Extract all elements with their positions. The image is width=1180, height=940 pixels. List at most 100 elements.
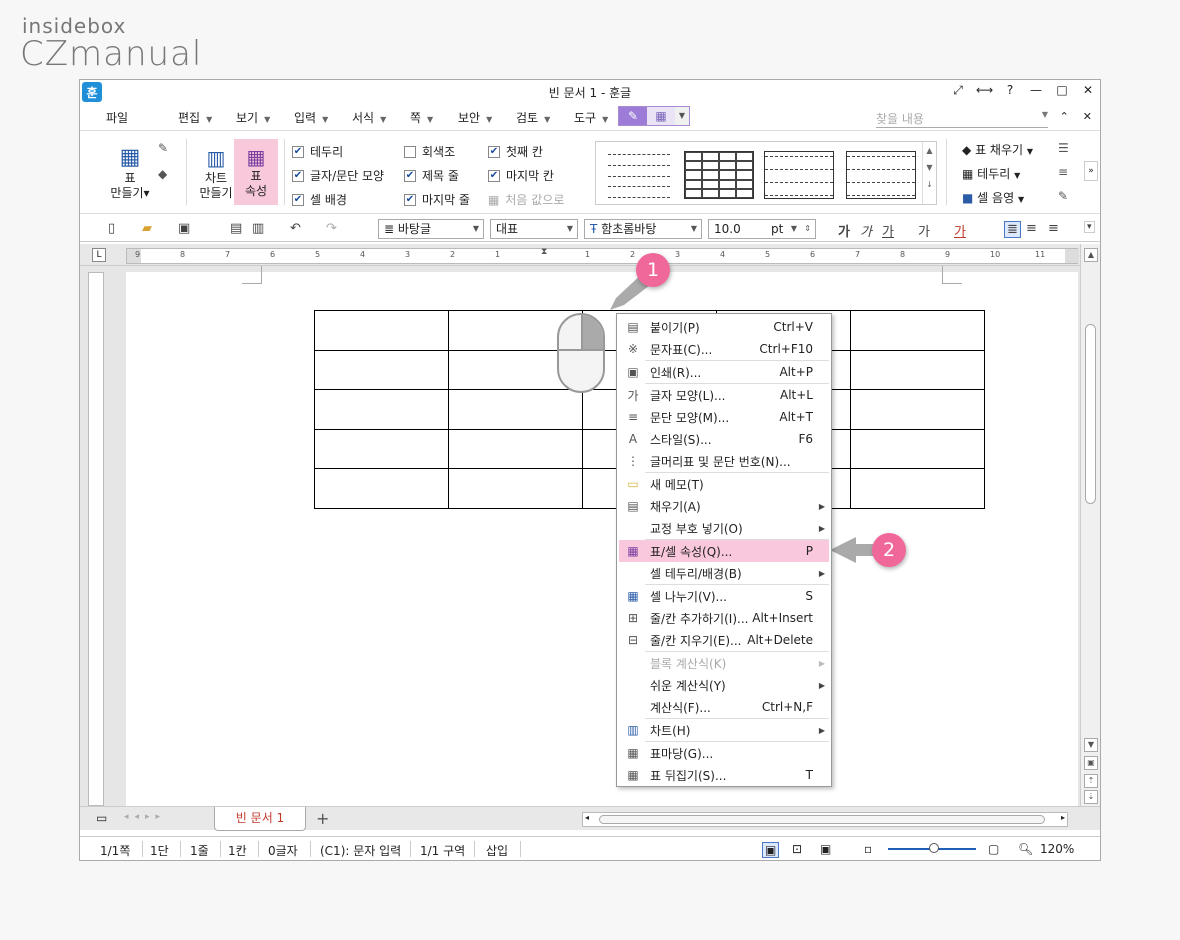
reset-button[interactable]: ▦ 처음 값으로	[488, 191, 564, 208]
table-cell[interactable]	[314, 389, 449, 430]
prev-page-icon[interactable]: ⇡	[1084, 774, 1098, 788]
check-first-col[interactable]: ✔ 첫째 칸	[488, 143, 543, 160]
table-design-icon[interactable]: ✎	[619, 107, 647, 125]
preview-icon[interactable]: ▥	[252, 221, 264, 236]
view-page-icon[interactable]: ▣	[762, 842, 780, 858]
menu-delete-row-col[interactable]: ⊟ 줄/칸 지우기(E)... Alt+Delete	[619, 629, 829, 651]
table-cell[interactable]	[850, 349, 985, 390]
check-cell-bg[interactable]: ✔ 셀 배경	[292, 191, 347, 208]
check-title-row[interactable]: ✔ 제목 줄	[404, 167, 459, 184]
check-char-para[interactable]: ✔ 글자/문단 모양	[292, 167, 384, 184]
next-page-icon[interactable]: ⇣	[1084, 790, 1098, 804]
vertical-scrollbar[interactable]: ▲ ▼ ▣ ⇡ ⇣	[1080, 244, 1100, 806]
menu-chart[interactable]: ▥ 차트(H) ▶	[619, 719, 829, 741]
tab-nav-icon[interactable]: ◂◂▸▸	[124, 812, 166, 822]
page-view-icon[interactable]: ▣	[1084, 756, 1098, 770]
print-icon[interactable]: ▤	[230, 221, 242, 236]
tab-list-icon[interactable]: ▭	[96, 811, 107, 825]
menu-table-gallery[interactable]: ▦ 표마당(G)...	[619, 742, 829, 764]
strike-icon[interactable]: 가	[918, 221, 930, 240]
view-full-icon[interactable]: ▣	[820, 842, 831, 856]
line-color-icon[interactable]: ✎	[1058, 189, 1068, 203]
menu-proof-marks[interactable]: 교정 부호 넣기(O) ▶	[619, 517, 829, 539]
checkbox[interactable]	[404, 145, 416, 158]
check-last-col[interactable]: ✔ 마지막 칸	[488, 167, 554, 184]
menu-easy-formula[interactable]: 쉬운 계산식(Y) ▶	[619, 674, 829, 696]
chevron-down-icon[interactable]: ▼	[675, 107, 689, 125]
tab-type-icon[interactable]: L	[92, 248, 106, 262]
checkbox[interactable]: ✔	[292, 169, 304, 182]
open-icon[interactable]: ▰	[142, 221, 152, 236]
width-icon[interactable]: ⟷	[976, 83, 993, 98]
menu-print[interactable]: ▣ 인쇄(R)... Alt+P	[619, 361, 829, 383]
align-justify-icon[interactable]: ≣	[1004, 221, 1021, 238]
redo-icon[interactable]: ↷	[326, 221, 337, 236]
indent-marker-icon[interactable]: ⧗	[541, 247, 547, 257]
menu-transpose-table[interactable]: ▦ 표 뒤집기(S)... T	[619, 764, 829, 786]
check-border[interactable]: ✔ 테두리	[292, 143, 343, 160]
close-icon[interactable]: ✕	[1080, 83, 1096, 98]
menu-char-shape[interactable]: 가 글자 모양(L)... Alt+L	[619, 384, 829, 406]
size-input[interactable]: 10.0 pt ▼ ⇕	[708, 219, 816, 239]
horizontal-ruler[interactable]: 9 8 7 6 5 4 3 2 1 1 2 3 4 5 6 7 8 9 10 1…	[126, 247, 1079, 264]
status-insert[interactable]: 삽입	[486, 842, 508, 859]
menu-fill[interactable]: ▤ 채우기(A) ▶	[619, 495, 829, 517]
line-width-icon[interactable]: ≡	[1058, 165, 1068, 179]
menu-style[interactable]: A 스타일(S)... F6	[619, 428, 829, 450]
scroll-left-icon[interactable]: ◂	[585, 813, 589, 822]
table-cell[interactable]	[314, 349, 449, 390]
align-center-icon[interactable]: ≡	[1048, 221, 1059, 236]
table-cell[interactable]	[314, 310, 449, 351]
check-grayscale[interactable]: 회색조	[404, 143, 455, 160]
menu-file[interactable]: 파일	[106, 109, 128, 126]
checkbox[interactable]: ✔	[292, 193, 304, 206]
menu-add-row-col[interactable]: ⊞ 줄/칸 추가하기(I)... Alt+Insert	[619, 607, 829, 629]
toolbar-expand-icon[interactable]: ▾	[1084, 221, 1095, 233]
font-color-icon[interactable]: 가	[954, 221, 966, 240]
eraser-table-icon[interactable]: ◆	[158, 167, 167, 181]
new-doc-icon[interactable]: ▯	[108, 221, 115, 236]
menu-page[interactable]: 쪽 ▼	[410, 109, 433, 126]
table-cell[interactable]	[448, 468, 583, 509]
help-icon[interactable]: ?	[1002, 83, 1018, 98]
table-cell[interactable]	[850, 468, 985, 509]
table-cell[interactable]	[850, 428, 985, 469]
menu-block-formula[interactable]: 블록 계산식(K) ▶	[619, 652, 829, 674]
view-width-icon[interactable]: ⊡	[792, 842, 802, 856]
table-style-1[interactable]	[684, 151, 754, 199]
table-style-2[interactable]	[764, 151, 834, 199]
checkbox[interactable]: ✔	[488, 169, 500, 182]
zoom-icon[interactable]: 🔍︎	[1018, 842, 1033, 856]
menu-review[interactable]: 검토 ▼	[516, 109, 550, 126]
table-layout-icon[interactable]: ▦	[647, 107, 675, 125]
checkbox[interactable]: ✔	[404, 193, 416, 206]
table-style-3[interactable]	[846, 151, 916, 199]
hscroll-thumb[interactable]	[599, 815, 1045, 824]
menu-table-cell-props[interactable]: ▦ 표/셀 속성(Q)... P	[619, 540, 829, 562]
zoom-in-icon[interactable]: ▢	[988, 842, 999, 856]
add-tab-button[interactable]: +	[316, 809, 329, 828]
fullscreen-icon[interactable]: ⤢	[950, 83, 966, 98]
zoom-slider-thumb[interactable]	[929, 843, 939, 853]
menu-insert[interactable]: 입력 ▼	[294, 109, 328, 126]
align-left-icon[interactable]: ≡	[1026, 221, 1037, 236]
menu-paste[interactable]: ▤ 붙이기(P) Ctrl+V	[619, 316, 829, 338]
menu-security[interactable]: 보안 ▼	[458, 109, 492, 126]
italic-icon[interactable]: 가	[860, 221, 872, 240]
context-tab-switch[interactable]: ✎ ▦ ▼	[618, 106, 690, 126]
table-cell[interactable]	[850, 310, 985, 351]
scroll-thumb[interactable]	[1085, 324, 1096, 504]
scroll-down-icon[interactable]: ▼	[1084, 738, 1098, 752]
table-fill-button[interactable]: ◆ 표 채우기 ▼	[962, 141, 1033, 158]
menu-symbol[interactable]: ※ 문자표(C)... Ctrl+F10	[619, 338, 829, 360]
table-cell[interactable]	[314, 468, 449, 509]
horizontal-scrollbar[interactable]: ◂ ▸	[582, 812, 1068, 827]
lang-select[interactable]: 대표 ▼	[490, 219, 578, 239]
gallery-scroll[interactable]: ▲ ▼ ↓	[922, 142, 936, 204]
checkbox[interactable]: ✔	[488, 145, 500, 158]
menu-formula[interactable]: 계산식(F)... Ctrl+N,F	[619, 696, 829, 718]
vertical-ruler[interactable]	[88, 272, 104, 806]
doc-close-icon[interactable]: ✕	[1083, 110, 1092, 123]
font-select[interactable]: Ŧ 함초롬바탕 ▼	[584, 219, 702, 239]
scroll-up-icon[interactable]: ▲	[1084, 248, 1098, 262]
